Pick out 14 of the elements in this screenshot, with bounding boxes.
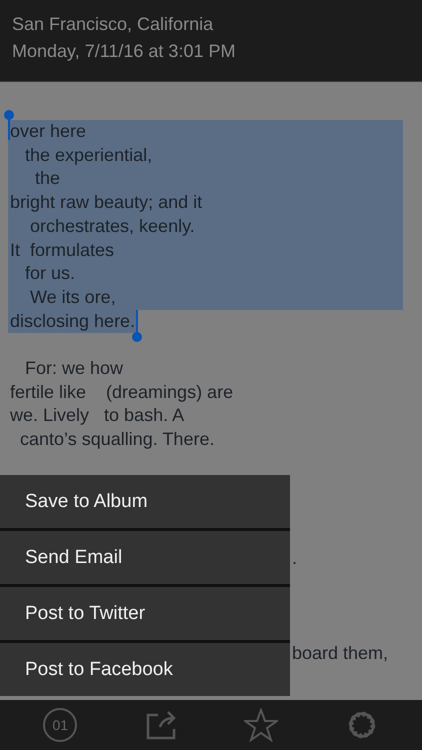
poem-line: . (291, 546, 298, 570)
menu-item[interactable]: Send Email (0, 531, 290, 584)
location-text: San Francisco, California (12, 13, 214, 35)
poem-line: canto’s squalling. There. (19, 428, 216, 452)
poem-line: board them, (291, 642, 390, 665)
menu-item[interactable]: Save to Album (0, 475, 290, 528)
poem-line: fertile like (dreamings) are (9, 380, 234, 404)
poem-line: For: we how (24, 357, 124, 380)
menu-item[interactable]: Post to Facebook (0, 643, 290, 696)
star-icon[interactable] (244, 708, 278, 742)
menu-item[interactable]: Post to Twitter (0, 587, 290, 640)
selection-handle[interactable] (132, 310, 142, 342)
date-text: Monday, 7/11/16 at 3:01 PM (12, 40, 236, 62)
poem-line: we. Lively to bash. A (9, 404, 186, 428)
